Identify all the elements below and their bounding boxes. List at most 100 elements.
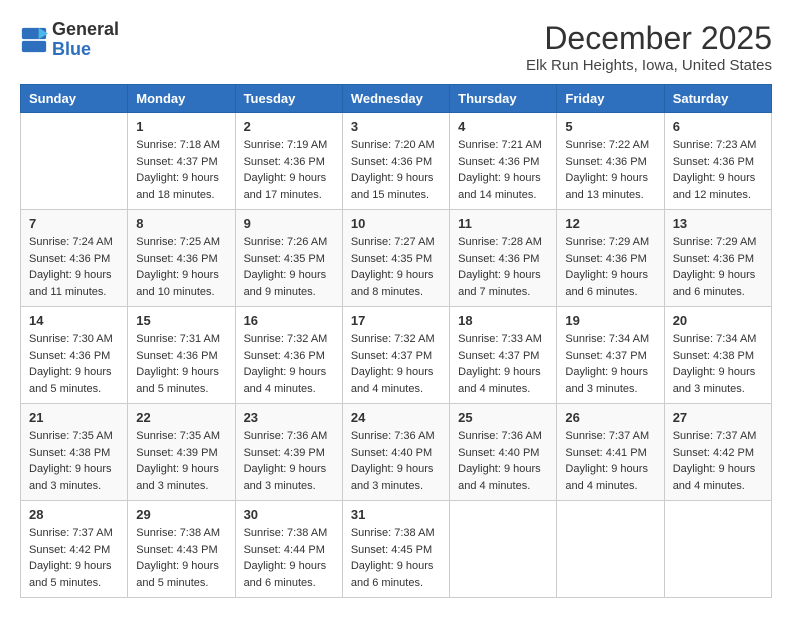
day-info: Sunrise: 7:19 AMSunset: 4:36 PMDaylight:… <box>244 137 334 203</box>
weekday-header: Sunday <box>21 85 128 113</box>
calendar-week-row: 28 Sunrise: 7:37 AMSunset: 4:42 PMDayligh… <box>21 501 772 598</box>
calendar-cell: 2 Sunrise: 7:19 AMSunset: 4:36 PMDaylight… <box>235 113 342 210</box>
logo-text: General Blue <box>52 20 119 60</box>
month-title: December 2025 <box>526 20 772 57</box>
day-number: 31 <box>351 507 441 522</box>
day-info: Sunrise: 7:20 AMSunset: 4:36 PMDaylight:… <box>351 137 441 203</box>
calendar-cell: 8 Sunrise: 7:25 AMSunset: 4:36 PMDaylight… <box>128 210 235 307</box>
calendar-cell: 27Sunrise: 7:37 AMSunset: 4:42 PMDayligh… <box>664 404 771 501</box>
day-info: Sunrise: 7:27 AMSunset: 4:35 PMDaylight:… <box>351 234 441 300</box>
day-number: 7 <box>29 216 119 231</box>
day-info: Sunrise: 7:33 AMSunset: 4:37 PMDaylight:… <box>458 331 548 397</box>
calendar-cell: 12Sunrise: 7:29 AMSunset: 4:36 PMDayligh… <box>557 210 664 307</box>
day-info: Sunrise: 7:25 AMSunset: 4:36 PMDaylight:… <box>136 234 226 300</box>
day-info: Sunrise: 7:28 AMSunset: 4:36 PMDaylight:… <box>458 234 548 300</box>
day-info: Sunrise: 7:37 AMSunset: 4:41 PMDaylight:… <box>565 428 655 494</box>
calendar-cell <box>557 501 664 598</box>
day-number: 3 <box>351 119 441 134</box>
day-info: Sunrise: 7:37 AMSunset: 4:42 PMDaylight:… <box>29 525 119 591</box>
location-title: Elk Run Heights, Iowa, United States <box>526 57 772 74</box>
calendar-cell: 1 Sunrise: 7:18 AMSunset: 4:37 PMDaylight… <box>128 113 235 210</box>
day-info: Sunrise: 7:38 AMSunset: 4:45 PMDaylight:… <box>351 525 441 591</box>
calendar-cell: 6Sunrise: 7:23 AMSunset: 4:36 PMDaylight… <box>664 113 771 210</box>
day-info: Sunrise: 7:30 AMSunset: 4:36 PMDaylight:… <box>29 331 119 397</box>
weekday-header: Saturday <box>664 85 771 113</box>
calendar-cell: 5 Sunrise: 7:22 AMSunset: 4:36 PMDaylight… <box>557 113 664 210</box>
calendar-cell: 30 Sunrise: 7:38 AMSunset: 4:44 PMDayligh… <box>235 501 342 598</box>
day-number: 24 <box>351 410 441 425</box>
day-number: 8 <box>136 216 226 231</box>
calendar-cell: 24 Sunrise: 7:36 AMSunset: 4:40 PMDayligh… <box>342 404 449 501</box>
day-number: 13 <box>673 216 763 231</box>
day-info: Sunrise: 7:35 AMSunset: 4:38 PMDaylight:… <box>29 428 119 494</box>
day-info: Sunrise: 7:32 AMSunset: 4:36 PMDaylight:… <box>244 331 334 397</box>
calendar-week-row: 14 Sunrise: 7:30 AMSunset: 4:36 PMDayligh… <box>21 307 772 404</box>
day-number: 20 <box>673 313 763 328</box>
day-info: Sunrise: 7:18 AMSunset: 4:37 PMDaylight:… <box>136 137 226 203</box>
weekday-header: Friday <box>557 85 664 113</box>
calendar-cell: 10 Sunrise: 7:27 AMSunset: 4:35 PMDayligh… <box>342 210 449 307</box>
day-info: Sunrise: 7:36 AMSunset: 4:40 PMDaylight:… <box>351 428 441 494</box>
day-number: 28 <box>29 507 119 522</box>
calendar-cell: 29 Sunrise: 7:38 AMSunset: 4:43 PMDayligh… <box>128 501 235 598</box>
day-number: 6 <box>673 119 763 134</box>
calendar-cell: 9 Sunrise: 7:26 AMSunset: 4:35 PMDaylight… <box>235 210 342 307</box>
calendar-cell <box>664 501 771 598</box>
day-number: 5 <box>565 119 655 134</box>
day-number: 17 <box>351 313 441 328</box>
calendar-cell: 17 Sunrise: 7:32 AMSunset: 4:37 PMDayligh… <box>342 307 449 404</box>
calendar-cell: 13 Sunrise: 7:29 AMSunset: 4:36 PMDayligh… <box>664 210 771 307</box>
calendar-cell: 21 Sunrise: 7:35 AMSunset: 4:38 PMDayligh… <box>21 404 128 501</box>
day-info: Sunrise: 7:24 AMSunset: 4:36 PMDaylight:… <box>29 234 119 300</box>
calendar-cell: 11 Sunrise: 7:28 AMSunset: 4:36 PMDayligh… <box>450 210 557 307</box>
weekday-header-row: SundayMondayTuesdayWednesdayThursdayFrid… <box>21 85 772 113</box>
day-info: Sunrise: 7:26 AMSunset: 4:35 PMDaylight:… <box>244 234 334 300</box>
day-number: 10 <box>351 216 441 231</box>
day-number: 14 <box>29 313 119 328</box>
day-number: 30 <box>244 507 334 522</box>
day-info: Sunrise: 7:38 AMSunset: 4:43 PMDaylight:… <box>136 525 226 591</box>
calendar-cell <box>21 113 128 210</box>
page-header: General Blue December 2025 Elk Run Heigh… <box>20 20 772 74</box>
weekday-header: Monday <box>128 85 235 113</box>
logo-blue: Blue <box>52 40 119 60</box>
day-number: 11 <box>458 216 548 231</box>
day-number: 22 <box>136 410 226 425</box>
calendar-week-row: 21 Sunrise: 7:35 AMSunset: 4:38 PMDayligh… <box>21 404 772 501</box>
day-info: Sunrise: 7:36 AMSunset: 4:40 PMDaylight:… <box>458 428 548 494</box>
calendar-cell: 28 Sunrise: 7:37 AMSunset: 4:42 PMDayligh… <box>21 501 128 598</box>
calendar-cell: 19Sunrise: 7:34 AMSunset: 4:37 PMDayligh… <box>557 307 664 404</box>
calendar-cell: 22Sunrise: 7:35 AMSunset: 4:39 PMDayligh… <box>128 404 235 501</box>
day-number: 26 <box>565 410 655 425</box>
calendar-cell: 26 Sunrise: 7:37 AMSunset: 4:41 PMDayligh… <box>557 404 664 501</box>
calendar-week-row: 1 Sunrise: 7:18 AMSunset: 4:37 PMDaylight… <box>21 113 772 210</box>
day-info: Sunrise: 7:36 AMSunset: 4:39 PMDaylight:… <box>244 428 334 494</box>
day-info: Sunrise: 7:32 AMSunset: 4:37 PMDaylight:… <box>351 331 441 397</box>
calendar-cell: 14 Sunrise: 7:30 AMSunset: 4:36 PMDayligh… <box>21 307 128 404</box>
day-number: 9 <box>244 216 334 231</box>
day-number: 29 <box>136 507 226 522</box>
day-info: Sunrise: 7:29 AMSunset: 4:36 PMDaylight:… <box>673 234 763 300</box>
day-info: Sunrise: 7:38 AMSunset: 4:44 PMDaylight:… <box>244 525 334 591</box>
day-info: Sunrise: 7:29 AMSunset: 4:36 PMDaylight:… <box>565 234 655 300</box>
day-info: Sunrise: 7:34 AMSunset: 4:38 PMDaylight:… <box>673 331 763 397</box>
weekday-header: Tuesday <box>235 85 342 113</box>
calendar-cell: 3 Sunrise: 7:20 AMSunset: 4:36 PMDaylight… <box>342 113 449 210</box>
day-number: 25 <box>458 410 548 425</box>
calendar-cell: 7 Sunrise: 7:24 AMSunset: 4:36 PMDaylight… <box>21 210 128 307</box>
day-number: 2 <box>244 119 334 134</box>
calendar-table: SundayMondayTuesdayWednesdayThursdayFrid… <box>20 84 772 598</box>
day-number: 15 <box>136 313 226 328</box>
calendar-cell: 18Sunrise: 7:33 AMSunset: 4:37 PMDayligh… <box>450 307 557 404</box>
day-info: Sunrise: 7:31 AMSunset: 4:36 PMDaylight:… <box>136 331 226 397</box>
day-info: Sunrise: 7:22 AMSunset: 4:36 PMDaylight:… <box>565 137 655 203</box>
day-number: 21 <box>29 410 119 425</box>
day-number: 27 <box>673 410 763 425</box>
day-number: 1 <box>136 119 226 134</box>
day-number: 16 <box>244 313 334 328</box>
weekday-header: Wednesday <box>342 85 449 113</box>
calendar-cell: 16 Sunrise: 7:32 AMSunset: 4:36 PMDayligh… <box>235 307 342 404</box>
calendar-cell: 31 Sunrise: 7:38 AMSunset: 4:45 PMDayligh… <box>342 501 449 598</box>
logo: General Blue <box>20 20 119 60</box>
calendar-cell: 4Sunrise: 7:21 AMSunset: 4:36 PMDaylight… <box>450 113 557 210</box>
